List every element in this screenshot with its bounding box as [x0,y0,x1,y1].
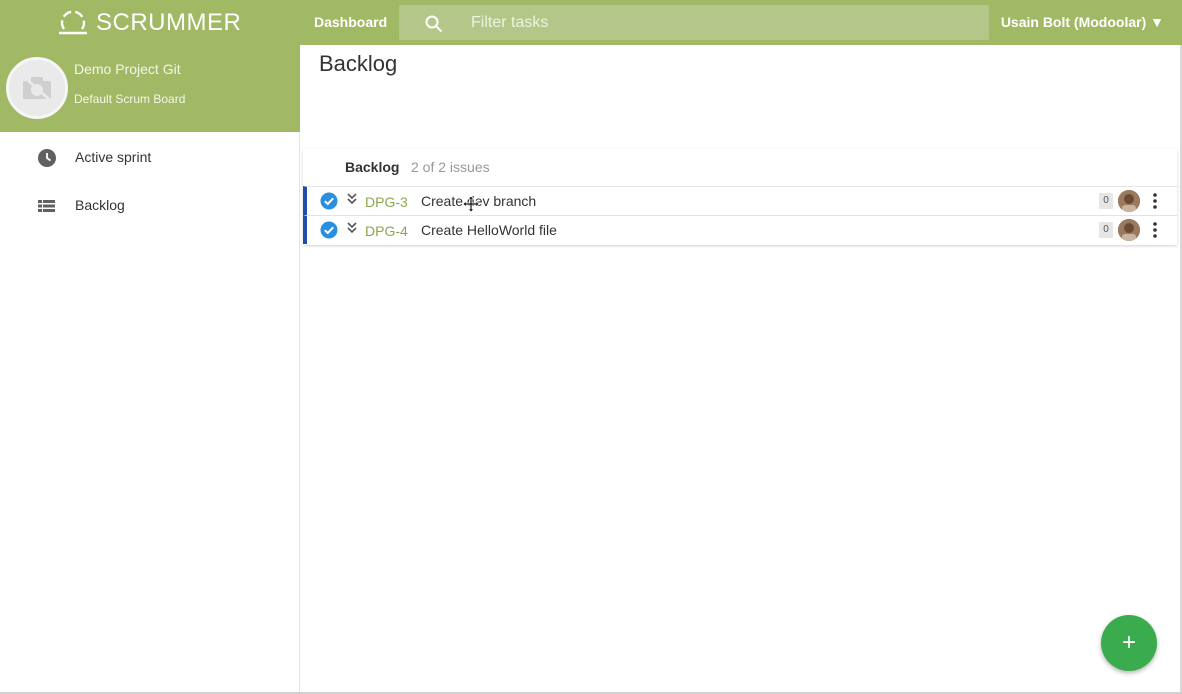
assignee-avatar[interactable] [1118,219,1140,241]
main-content: Backlog Backlog 2 of 2 issues DPG-3 Crea… [301,45,1182,694]
scrummer-logo-icon [59,10,87,35]
logo-text: SCRUMMER [96,9,242,36]
move-cursor-icon [462,195,480,213]
backlog-title: Backlog [345,159,400,175]
story-points-badge: 0 [1099,193,1113,209]
more-vert-icon[interactable] [1150,221,1160,239]
sidebar-item-label: Active sprint [75,149,152,165]
assignee-avatar[interactable] [1118,190,1140,212]
user-menu[interactable]: Usain Bolt (Modoolar) ▼ [1001,14,1164,30]
issue-row[interactable]: DPG-3 Create dev branch 0 [303,186,1177,215]
double-chevron-down-icon [347,222,357,234]
double-chevron-down-icon [347,193,357,205]
add-task-button[interactable]: + [1101,615,1157,671]
clock-icon [38,149,56,167]
backlog-header: Backlog 2 of 2 issues [303,149,1177,186]
search-input[interactable] [471,5,971,40]
list-icon [38,200,55,212]
app-window: SCRUMMER Dashboard Usain Bolt (Modoolar)… [0,0,1182,694]
check-circle-icon[interactable] [320,192,338,210]
sidebar-item-backlog[interactable]: Backlog [0,185,300,225]
more-vert-icon[interactable] [1150,192,1160,210]
issue-row[interactable]: DPG-4 Create HelloWorld file 0 [303,215,1177,244]
page-title: Backlog [319,51,398,76]
board-name: Default Scrum Board [74,92,186,106]
backlog-panel: Backlog 2 of 2 issues DPG-3 Create dev b… [303,149,1177,245]
sidebar-item-label: Backlog [75,197,125,213]
user-avatar-icon [1118,190,1140,212]
user-avatar-icon [1118,219,1140,241]
dashboard-link[interactable]: Dashboard [314,14,387,30]
story-points-badge: 0 [1099,222,1113,238]
search-icon[interactable] [425,15,443,33]
logo[interactable]: SCRUMMER [56,8,241,38]
project-card[interactable]: Demo Project Git Default Scrum Board [0,45,300,132]
issue-summary: Create HelloWorld file [421,222,557,238]
sidebar: Demo Project Git Default Scrum Board Act… [0,45,300,694]
project-name: Demo Project Git [74,61,181,77]
top-bar: SCRUMMER Dashboard Usain Bolt (Modoolar)… [0,0,1182,45]
sidebar-item-active-sprint[interactable]: Active sprint [0,137,300,177]
issue-key[interactable]: DPG-3 [365,194,408,210]
no-photo-icon [22,74,52,103]
search-bar [399,5,989,40]
issue-count: 2 of 2 issues [411,159,490,175]
project-avatar [6,57,68,119]
issue-key[interactable]: DPG-4 [365,223,408,239]
check-circle-icon[interactable] [320,221,338,239]
